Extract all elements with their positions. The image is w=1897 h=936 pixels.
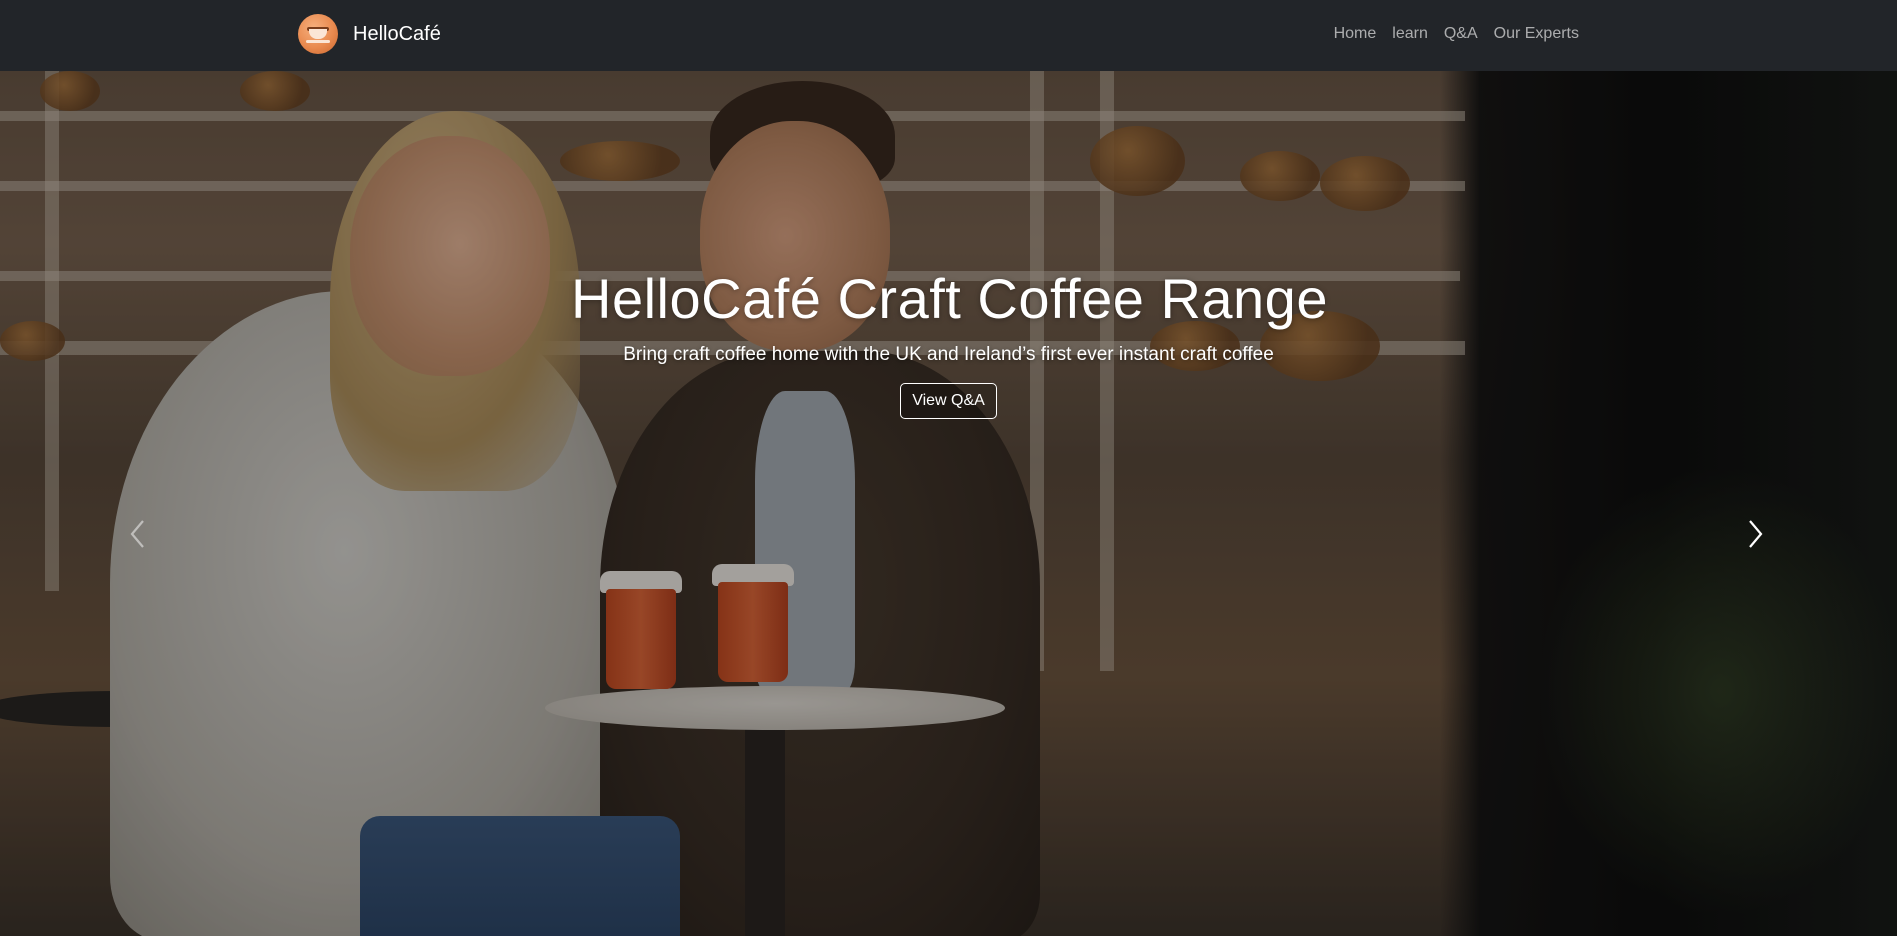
nav-link-our-experts[interactable]: Our Experts: [1486, 23, 1587, 45]
coffee-cup-logo-icon: [298, 14, 338, 54]
chevron-right-icon: [1749, 520, 1763, 548]
chevron-left-icon: [130, 520, 144, 548]
hero-subtitle: Bring craft coffee home with the UK and …: [623, 344, 1274, 365]
carousel-next-button[interactable]: [1735, 504, 1775, 564]
navbar: HelloCafé Home learn Q&A Our Experts: [0, 0, 1897, 71]
hero-title: HelloCafé Craft Coffee Range: [571, 267, 1328, 330]
hero-background-image: [0, 71, 1897, 936]
nav-link-home[interactable]: Home: [1326, 23, 1385, 45]
view-qa-button[interactable]: View Q&A: [900, 383, 997, 419]
hero-caption: HelloCafé Craft Coffee Range Bring craft…: [0, 266, 1897, 419]
brand-link[interactable]: HelloCafé: [298, 14, 441, 54]
carousel-prev-button[interactable]: [118, 504, 158, 564]
nav-link-qa[interactable]: Q&A: [1436, 23, 1486, 45]
brand-name: HelloCafé: [353, 23, 441, 45]
hero-carousel: HelloCafé Craft Coffee Range Bring craft…: [0, 71, 1897, 936]
nav-links: Home learn Q&A Our Experts: [1326, 23, 1587, 45]
nav-link-learn[interactable]: learn: [1384, 23, 1436, 45]
